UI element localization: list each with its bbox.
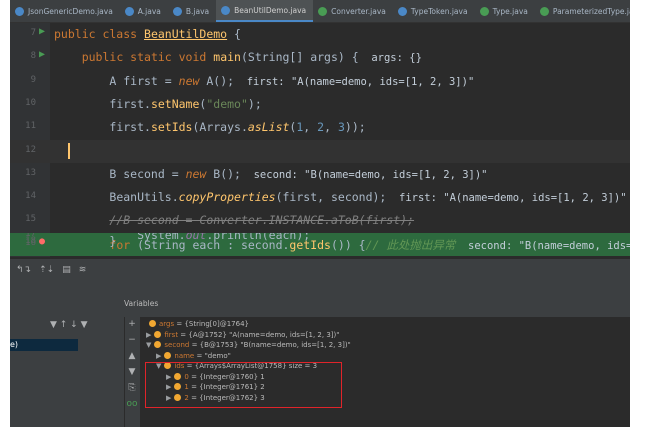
move-up-icon[interactable]: ▲ bbox=[129, 351, 136, 361]
field-icon bbox=[164, 351, 172, 359]
line-number: 7 bbox=[30, 28, 36, 38]
frames-pane: ▼ ↑ ↓ ▼ e) bbox=[10, 317, 125, 427]
variables-toolbar: + − ▲ ▼ ⎘ oo bbox=[124, 317, 140, 427]
run-gutter-icon[interactable]: ▶ bbox=[36, 26, 48, 37]
code-line[interactable]: 7 ▶ public class BeanUtilDemo { bbox=[10, 23, 630, 46]
frame-controls[interactable]: ▼ ↑ ↓ ▼ bbox=[50, 320, 88, 330]
code-comment: //B second = Converter.INSTANCE.aToB(fir… bbox=[109, 213, 415, 228]
run-gutter-icon[interactable]: ▶ bbox=[36, 49, 48, 60]
variable-row[interactable]: ▶ name = "demo" bbox=[156, 351, 231, 362]
java-class-icon bbox=[221, 5, 231, 15]
line-number: 11 bbox=[25, 121, 36, 132]
java-class-icon bbox=[397, 6, 407, 16]
variable-row[interactable]: ▼ second = {B@1753} "B(name=demo, ids=[1,… bbox=[146, 340, 351, 351]
line-number: 14 bbox=[25, 191, 36, 202]
variable-icon bbox=[149, 320, 156, 327]
code-line-last[interactable]: 18 } bbox=[10, 234, 630, 258]
java-class-icon bbox=[124, 6, 134, 16]
tab-a[interactable]: A.java bbox=[120, 0, 168, 22]
line-number: 15 bbox=[25, 214, 36, 225]
java-interface-icon bbox=[539, 6, 549, 16]
code-line[interactable]: 15 //B second = Converter.INSTANCE.aToB(… bbox=[10, 209, 630, 232]
remove-watch-icon[interactable]: − bbox=[128, 335, 136, 345]
code-line[interactable]: 9 A first = new A(); first: "A(name=demo… bbox=[10, 70, 630, 93]
java-class-icon bbox=[172, 6, 182, 16]
collapse-arrow-icon[interactable]: ▼ bbox=[146, 341, 151, 349]
tab-parameterizedtype[interactable]: ParameterizedType.java bbox=[535, 0, 630, 22]
table-icon[interactable]: ▤ bbox=[62, 265, 71, 275]
line-number: 13 bbox=[25, 167, 36, 178]
code-line[interactable]: 14 BeanUtils.copyProperties(first, secon… bbox=[10, 186, 630, 209]
expand-arrow-icon[interactable]: ▶ bbox=[156, 352, 161, 360]
variable-row[interactable]: ▶ first = {A@1752} "A(name=demo, ids=[1, … bbox=[146, 330, 339, 341]
copy-icon[interactable]: ⎘ bbox=[128, 383, 135, 393]
glasses-icon[interactable]: oo bbox=[126, 399, 137, 409]
code-editor[interactable]: 7 ▶ public class BeanUtilDemo { 8 ▶ publ… bbox=[10, 23, 630, 257]
tab-jsongenericdemo[interactable]: JsonGenericDemo.java bbox=[10, 0, 120, 22]
code-line[interactable]: 10 first.setName("demo"); bbox=[10, 93, 630, 116]
variable-icon bbox=[154, 330, 162, 338]
step-into-icon[interactable]: ⇡⇣ bbox=[39, 265, 54, 275]
java-interface-icon bbox=[318, 6, 328, 16]
inline-debug-value: second: "B(name=demo, ids=[1, 2, 3])" bbox=[240, 168, 488, 181]
line-number: 9 bbox=[30, 74, 36, 85]
expand-arrow-icon[interactable]: ▶ bbox=[146, 331, 151, 339]
java-class-icon bbox=[15, 6, 24, 16]
highlight-box bbox=[145, 362, 342, 408]
line-number: 10 bbox=[25, 97, 36, 108]
list-icon[interactable]: ≋ bbox=[79, 265, 87, 275]
add-watch-icon[interactable]: + bbox=[128, 319, 136, 329]
variable-row[interactable]: args = {String[0]@1764} bbox=[146, 319, 249, 330]
inline-debug-value: first: "A(name=demo, ids=[1, 2, 3])" bbox=[386, 192, 627, 205]
tab-converter[interactable]: Converter.java bbox=[313, 0, 393, 22]
step-over-icon[interactable]: ↰↴ bbox=[16, 265, 31, 275]
variable-icon bbox=[154, 341, 162, 348]
tab-typetoken[interactable]: TypeToken.java bbox=[393, 0, 475, 22]
code-line[interactable]: 13 B second = new B(); second: "B(name=d… bbox=[10, 163, 630, 186]
tab-b[interactable]: B.java bbox=[168, 0, 216, 22]
java-interface-icon bbox=[479, 6, 489, 16]
line-number: 18 bbox=[25, 236, 36, 246]
variables-title: Variables bbox=[124, 299, 159, 308]
tab-beanutildemo[interactable]: BeanUtilDemo.java bbox=[216, 0, 314, 22]
code-line[interactable]: 11 first.setIds(Arrays.asList(1, 2, 3)); bbox=[10, 116, 630, 139]
editor-tab-bar: JsonGenericDemo.java A.java B.java BeanU… bbox=[10, 0, 630, 23]
class-name: BeanUtilDemo bbox=[144, 27, 228, 41]
selected-frame[interactable]: e) bbox=[10, 339, 78, 351]
line-number: 8 bbox=[30, 51, 36, 62]
inline-debug-value: first: "A(name=demo, ids=[1, 2, 3])" bbox=[234, 75, 475, 88]
code-line-current[interactable]: 12 bbox=[10, 139, 630, 163]
inline-debug-value: args: {} bbox=[358, 52, 422, 65]
line-number: 12 bbox=[25, 144, 36, 155]
debug-toolbar: ↰↴ ⇡⇣ ▤ ≋ bbox=[10, 259, 630, 281]
move-down-icon[interactable]: ▼ bbox=[129, 367, 136, 377]
tab-type[interactable]: Type.java bbox=[475, 0, 535, 22]
code-line[interactable]: 8 ▶ public static void main(String[] arg… bbox=[10, 46, 630, 69]
text-caret bbox=[68, 142, 70, 159]
